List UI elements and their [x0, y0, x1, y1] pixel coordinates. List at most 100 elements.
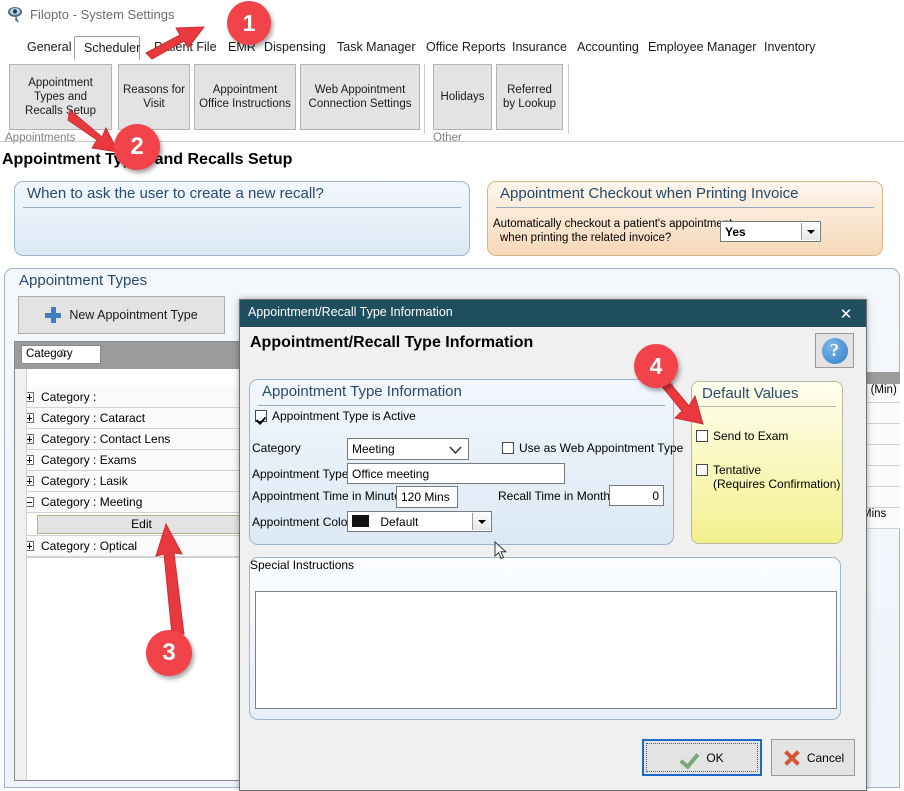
- recall-time-input[interactable]: 0: [609, 485, 664, 506]
- table-row[interactable]: Category : Contact Lens: [15, 429, 248, 450]
- tab-task-manager[interactable]: Task Manager: [328, 36, 416, 60]
- ribbon-appointment-types-recalls-setup[interactable]: Appointment Types and Recalls Setup: [9, 64, 112, 130]
- send-to-exam-checkbox[interactable]: [696, 430, 708, 442]
- dialog-titlebar: Appointment/Recall Type Information ✕: [240, 300, 866, 327]
- use-as-web-appointment-type-label: Use as Web Appointment Type: [519, 441, 684, 455]
- chevron-down-icon[interactable]: [449, 443, 462, 459]
- dialog-titlebar-text: Appointment/Recall Type Information: [248, 305, 453, 319]
- grid-header: Category △: [15, 342, 248, 369]
- callout-badge-4: 4: [634, 344, 678, 388]
- recall-time-label: Recall Time in Months: [498, 489, 617, 503]
- settings-tabstrip: General Scheduler Patient File EMR Dispe…: [0, 36, 904, 61]
- appointment-types-grid[interactable]: Category △ Category : Category : Catarac…: [14, 341, 249, 781]
- tab-scheduler[interactable]: Scheduler: [74, 36, 140, 60]
- help-button[interactable]: ?: [815, 333, 854, 368]
- ribbon-group-appointments-label: Appointments: [5, 132, 76, 144]
- callout-badge-2: 2: [114, 124, 160, 170]
- appointment-type-information-title: Appointment Type Information: [262, 383, 462, 400]
- table-row[interactable]: Category : Cataract: [15, 408, 248, 429]
- category-label: Category: [252, 441, 301, 455]
- filopto-logo-icon: [8, 7, 22, 23]
- plus-icon: [45, 307, 62, 323]
- ribbon-reasons-for-visit[interactable]: Reasons for Visit: [118, 64, 190, 130]
- ribbon-appointment-office-instructions[interactable]: Appointment Office Instructions: [194, 64, 296, 130]
- close-icon[interactable]: ✕: [826, 300, 866, 327]
- appointment-types-title: Appointment Types: [19, 272, 148, 289]
- grid-left-gutter: [15, 369, 27, 780]
- tab-patient-file[interactable]: Patient File: [145, 36, 217, 60]
- window-title: Filopto - System Settings: [30, 7, 175, 22]
- appointment-type-active-label: Appointment Type is Active: [272, 409, 416, 423]
- ribbon-group-other-label: Other: [433, 132, 462, 144]
- appointment-time-input[interactable]: 120 Mins: [396, 486, 458, 508]
- checkout-select-value: Yes: [725, 225, 746, 239]
- tab-inventory[interactable]: Inventory: [755, 36, 817, 60]
- checkmark-icon: [680, 749, 700, 767]
- ribbon-web-appointment-connection-settings[interactable]: Web Appointment Connection Settings: [300, 64, 420, 130]
- dialog-heading: Appointment/Recall Type Information: [250, 334, 534, 351]
- grid-empty-area: [15, 557, 248, 780]
- checkout-panel-title: Appointment Checkout when Printing Invoi…: [500, 185, 799, 202]
- appointment-color-select[interactable]: Default: [347, 511, 492, 532]
- appointment-color-value: Default: [380, 515, 419, 529]
- mouse-cursor: [494, 541, 508, 560]
- checkout-yes-no-select[interactable]: Yes: [720, 221, 821, 242]
- recall-time-value: 0: [652, 489, 659, 503]
- color-swatch: [352, 515, 369, 527]
- ribbon-separator: [424, 64, 425, 134]
- tentative-label: Tentative: [713, 463, 762, 477]
- table-row-meeting[interactable]: Category : Meeting: [15, 492, 248, 513]
- appointment-time-value: 120 Mins: [401, 490, 450, 504]
- checkout-question-line1: Automatically checkout a patient's appoi…: [493, 218, 733, 230]
- sort-ascending-icon[interactable]: △: [59, 347, 67, 358]
- default-values-title: Default Values: [702, 385, 799, 402]
- special-instructions-panel: Special Instructions: [249, 557, 841, 720]
- special-instructions-title: Special Instructions: [250, 558, 355, 572]
- x-mark-icon: [782, 749, 802, 767]
- new-appointment-type-button[interactable]: New Appointment Type: [18, 296, 225, 334]
- tentative-checkbox[interactable]: [696, 464, 708, 476]
- recall-panel-title: When to ask the user to create a new rec…: [27, 185, 324, 202]
- special-instructions-textarea[interactable]: [255, 591, 837, 709]
- edit-button[interactable]: Edit: [37, 515, 246, 534]
- appointment-type-active-checkbox[interactable]: [255, 410, 267, 422]
- appointment-color-label: Appointment Color: [252, 515, 352, 529]
- chevron-down-icon[interactable]: [801, 223, 819, 240]
- category-value: Meeting: [352, 442, 395, 456]
- appointment-time-label: Appointment Time in Minutes: [252, 489, 407, 503]
- cancel-label: Cancel: [806, 750, 845, 765]
- tab-general[interactable]: General: [18, 36, 72, 60]
- ok-button[interactable]: OK: [642, 739, 762, 776]
- recall-question-panel: When to ask the user to create a new rec…: [14, 181, 470, 419]
- use-as-web-appointment-type-checkbox[interactable]: [502, 442, 514, 454]
- table-row[interactable]: Category : Exams: [15, 450, 248, 471]
- tab-dispensing[interactable]: Dispensing: [255, 36, 327, 60]
- chevron-down-icon[interactable]: [472, 513, 490, 530]
- ribbon-separator-2: [568, 64, 569, 134]
- checkout-question-line2: when printing the related invoice?: [500, 232, 672, 244]
- cancel-button[interactable]: Cancel: [771, 739, 855, 776]
- table-row[interactable]: Category : Lasik: [15, 471, 248, 492]
- tab-insurance[interactable]: Insurance: [503, 36, 567, 60]
- callout-badge-3: 3: [146, 630, 192, 676]
- send-to-exam-label: Send to Exam: [713, 429, 789, 443]
- ribbon-holidays[interactable]: Holidays: [433, 64, 492, 130]
- grid-filter-row[interactable]: [15, 369, 248, 388]
- appointment-type-value: Office meeting: [352, 467, 430, 481]
- new-appointment-type-label: New Appointment Type: [69, 308, 198, 322]
- table-row[interactable]: Category :: [15, 387, 248, 408]
- category-select[interactable]: Meeting: [347, 438, 469, 460]
- table-row[interactable]: Category : Optical: [15, 536, 248, 557]
- window-titlebar: Filopto - System Settings: [0, 0, 904, 30]
- tab-office-reports[interactable]: Office Reports: [417, 36, 506, 60]
- tab-employee-manager[interactable]: Employee Manager: [639, 36, 756, 60]
- callout-badge-1: 1: [227, 1, 271, 45]
- tab-accounting[interactable]: Accounting: [568, 36, 639, 60]
- appointment-type-input[interactable]: Office meeting: [347, 463, 565, 484]
- tentative-sublabel: (Requires Confirmation): [713, 477, 841, 491]
- help-question-icon: ?: [821, 337, 848, 364]
- table-row-edit-container: Edit: [15, 513, 248, 536]
- ok-focus-ring: [646, 743, 758, 772]
- appointment-type-label: Appointment Type: [252, 467, 349, 481]
- ribbon-referred-by-lookup[interactable]: Referred by Lookup: [496, 64, 563, 130]
